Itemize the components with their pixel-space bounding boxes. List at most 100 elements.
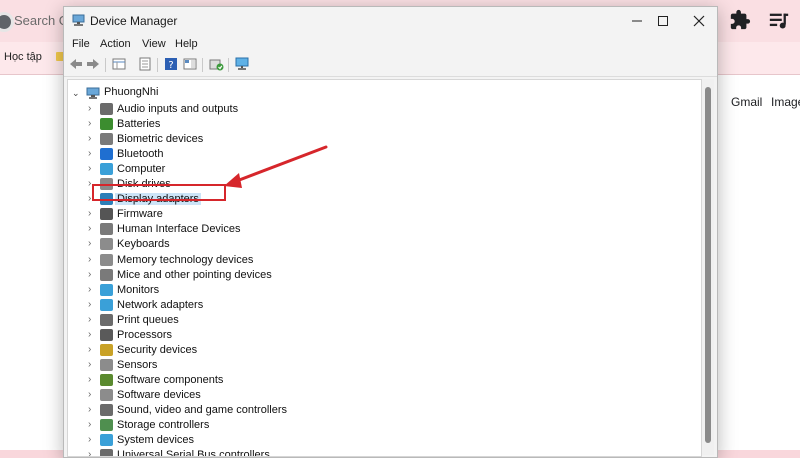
chevron-right-icon[interactable]: › bbox=[88, 419, 91, 430]
chevron-right-icon[interactable]: › bbox=[88, 193, 91, 204]
tree-item[interactable]: › Audio inputs and outputs bbox=[88, 102, 388, 117]
tree-item[interactable]: › Universal Serial Bus controllers bbox=[88, 448, 388, 456]
chevron-right-icon[interactable]: › bbox=[88, 359, 91, 370]
battery-icon bbox=[100, 118, 113, 131]
properties-grid-icon[interactable] bbox=[111, 56, 127, 72]
chevron-right-icon[interactable]: › bbox=[88, 223, 91, 234]
close-icon bbox=[693, 15, 705, 27]
chevron-down-icon[interactable]: ⌄ bbox=[72, 88, 80, 99]
tree-item[interactable]: › Processors bbox=[88, 328, 388, 343]
sound-icon bbox=[100, 404, 113, 416]
tree-item[interactable]: › Monitors bbox=[88, 283, 388, 298]
chevron-right-icon[interactable]: › bbox=[88, 329, 91, 340]
back-arrow-icon[interactable] bbox=[68, 56, 84, 72]
minimize-icon bbox=[632, 20, 642, 22]
tree-item-label: Computer bbox=[117, 163, 166, 176]
tree-item-label: Firmware bbox=[117, 208, 163, 221]
chevron-right-icon[interactable]: › bbox=[88, 238, 91, 249]
monitor-icon bbox=[100, 163, 113, 176]
menu-help[interactable]: Help bbox=[175, 38, 198, 50]
menu-view[interactable]: View bbox=[142, 38, 166, 50]
tree-item[interactable]: › Storage controllers bbox=[88, 418, 388, 433]
vertical-scrollbar[interactable] bbox=[702, 79, 714, 455]
chevron-right-icon[interactable]: › bbox=[88, 208, 91, 219]
tree-item[interactable]: › Keyboards bbox=[88, 237, 388, 252]
scrollbar-thumb[interactable] bbox=[705, 87, 711, 443]
browser-search-text[interactable]: Search G bbox=[14, 13, 69, 28]
tree-item-label: Processors bbox=[117, 328, 173, 341]
chevron-right-icon[interactable]: › bbox=[88, 434, 91, 445]
toolbar-separator bbox=[202, 58, 203, 72]
close-button[interactable] bbox=[683, 7, 717, 35]
fingerprint-icon bbox=[100, 133, 113, 146]
images-link[interactable]: Image bbox=[771, 95, 800, 109]
toolbar-separator bbox=[228, 58, 229, 72]
chevron-right-icon[interactable]: › bbox=[88, 374, 91, 385]
chevron-right-icon[interactable]: › bbox=[88, 254, 91, 265]
chevron-right-icon[interactable]: › bbox=[88, 314, 91, 325]
processor-icon bbox=[100, 328, 113, 341]
menu-file[interactable]: File bbox=[72, 38, 90, 50]
document-icon[interactable] bbox=[137, 56, 153, 72]
chevron-right-icon[interactable]: › bbox=[88, 148, 91, 159]
device-tree: ⌄ PhuongNhi › Audio inputs and outputs › Ba… bbox=[67, 79, 702, 457]
update-driver-icon[interactable] bbox=[208, 56, 224, 72]
tree-item[interactable]: › Print queues bbox=[88, 313, 388, 328]
svg-text:?: ? bbox=[168, 60, 173, 71]
title-bar[interactable]: Device Manager bbox=[64, 7, 717, 35]
tree-item-label: Memory technology devices bbox=[117, 253, 254, 266]
tree-item[interactable]: › Memory technology devices bbox=[88, 253, 388, 268]
extensions-puzzle-icon[interactable] bbox=[729, 9, 751, 31]
root-label: PhuongNhi bbox=[104, 86, 159, 98]
toolbar: ? bbox=[64, 54, 717, 77]
tree-item[interactable]: › Network adapters bbox=[88, 298, 388, 313]
chevron-right-icon[interactable]: › bbox=[88, 299, 91, 310]
computer-root-icon bbox=[86, 87, 100, 99]
chevron-right-icon[interactable]: › bbox=[88, 389, 91, 400]
tree-item[interactable]: › Sensors bbox=[88, 358, 388, 373]
tree-item-label: Bluetooth bbox=[117, 148, 164, 161]
chevron-right-icon[interactable]: › bbox=[88, 103, 91, 114]
sensor-icon bbox=[100, 358, 113, 371]
chevron-right-icon[interactable]: › bbox=[88, 118, 91, 129]
highlight-box bbox=[92, 184, 226, 201]
tree-item[interactable]: › Sound, video and game controllers bbox=[88, 403, 388, 418]
tree-item-label: Network adapters bbox=[117, 298, 204, 311]
system-icon bbox=[100, 434, 113, 447]
chevron-right-icon[interactable]: › bbox=[88, 178, 91, 189]
tree-item[interactable]: › Firmware bbox=[88, 207, 388, 222]
chevron-right-icon[interactable]: › bbox=[88, 284, 91, 295]
forward-arrow-icon[interactable] bbox=[85, 56, 101, 72]
chevron-right-icon[interactable]: › bbox=[88, 133, 91, 144]
tree-item-label: Software components bbox=[117, 373, 224, 386]
tree-item[interactable]: › Batteries bbox=[88, 117, 388, 132]
playlist-icon[interactable] bbox=[768, 10, 790, 32]
menu-action[interactable]: Action bbox=[100, 38, 131, 50]
tree-item[interactable]: › Software components bbox=[88, 373, 388, 388]
chevron-right-icon[interactable]: › bbox=[88, 163, 91, 174]
view-grid-icon[interactable] bbox=[182, 56, 198, 72]
chevron-right-icon[interactable]: › bbox=[88, 344, 91, 355]
chevron-right-icon[interactable]: › bbox=[88, 269, 91, 280]
chevron-right-icon[interactable]: › bbox=[88, 449, 91, 456]
bookmark-hoc-tap[interactable]: Học tập bbox=[4, 51, 42, 63]
maximize-button[interactable] bbox=[643, 7, 683, 35]
tree-item[interactable]: › Human Interface Devices bbox=[88, 222, 388, 237]
tree-item-label: Sensors bbox=[117, 358, 158, 371]
device-manager-app-icon bbox=[72, 14, 85, 26]
mouse-icon bbox=[100, 268, 113, 281]
keyboard-icon bbox=[100, 238, 113, 251]
chevron-right-icon[interactable]: › bbox=[88, 404, 91, 415]
tree-item-label: Sound, video and game controllers bbox=[117, 404, 287, 416]
tree-item[interactable]: › Mice and other pointing devices bbox=[88, 268, 388, 283]
scan-hardware-icon[interactable] bbox=[234, 56, 250, 72]
tree-item[interactable]: › Software devices bbox=[88, 388, 388, 403]
gmail-link[interactable]: Gmail bbox=[731, 95, 762, 109]
key-icon bbox=[100, 343, 113, 356]
tree-item[interactable]: › System devices bbox=[88, 433, 388, 448]
maximize-icon bbox=[658, 16, 668, 26]
help-icon[interactable]: ? bbox=[163, 56, 179, 72]
tree-item[interactable]: › Security devices bbox=[88, 343, 388, 358]
toolbar-separator bbox=[105, 58, 106, 72]
tree-item-label: Biometric devices bbox=[117, 133, 204, 146]
